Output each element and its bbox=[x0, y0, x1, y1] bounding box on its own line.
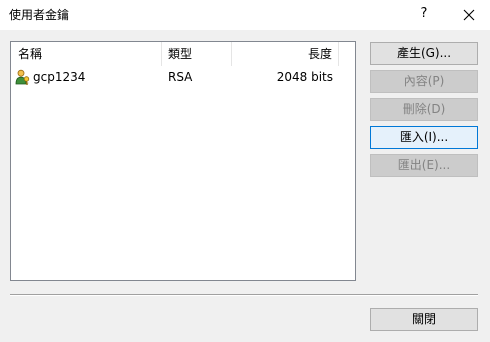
keys-list[interactable]: 名稱 類型 長度 gcp1234 RSA 2048 bits bbox=[10, 41, 356, 281]
close-button[interactable]: 關閉 bbox=[370, 308, 478, 331]
key-type-cell: RSA bbox=[168, 70, 193, 84]
keys-list-header: 名稱 類型 長度 bbox=[11, 42, 355, 66]
separator bbox=[10, 294, 478, 296]
export-button[interactable]: 匯出(E)... bbox=[370, 154, 478, 177]
column-header-type[interactable]: 類型 bbox=[162, 42, 232, 66]
help-button[interactable]: ? bbox=[412, 0, 436, 30]
column-header-length[interactable]: 長度 bbox=[232, 42, 339, 66]
import-button[interactable]: 匯入(I)... bbox=[370, 126, 478, 149]
user-keys-dialog: 使用者金鑰 ? 名稱 類型 長度 gcp1234 RSA 2048 bits 產… bbox=[0, 0, 490, 342]
close-window-button[interactable] bbox=[456, 0, 482, 30]
properties-button[interactable]: 內容(P) bbox=[370, 70, 478, 93]
key-length-cell: 2048 bits bbox=[276, 70, 333, 84]
key-name: gcp1234 bbox=[33, 70, 86, 84]
close-icon bbox=[463, 9, 475, 21]
user-key-icon bbox=[15, 69, 30, 85]
key-name-cell: gcp1234 bbox=[15, 66, 162, 88]
list-item[interactable]: gcp1234 RSA 2048 bits bbox=[11, 66, 355, 88]
delete-button[interactable]: 刪除(D) bbox=[370, 98, 478, 121]
title-bar: 使用者金鑰 ? bbox=[0, 0, 490, 30]
dialog-title: 使用者金鑰 bbox=[9, 8, 70, 22]
generate-button[interactable]: 產生(G)... bbox=[370, 42, 478, 65]
column-header-name[interactable]: 名稱 bbox=[11, 42, 162, 66]
